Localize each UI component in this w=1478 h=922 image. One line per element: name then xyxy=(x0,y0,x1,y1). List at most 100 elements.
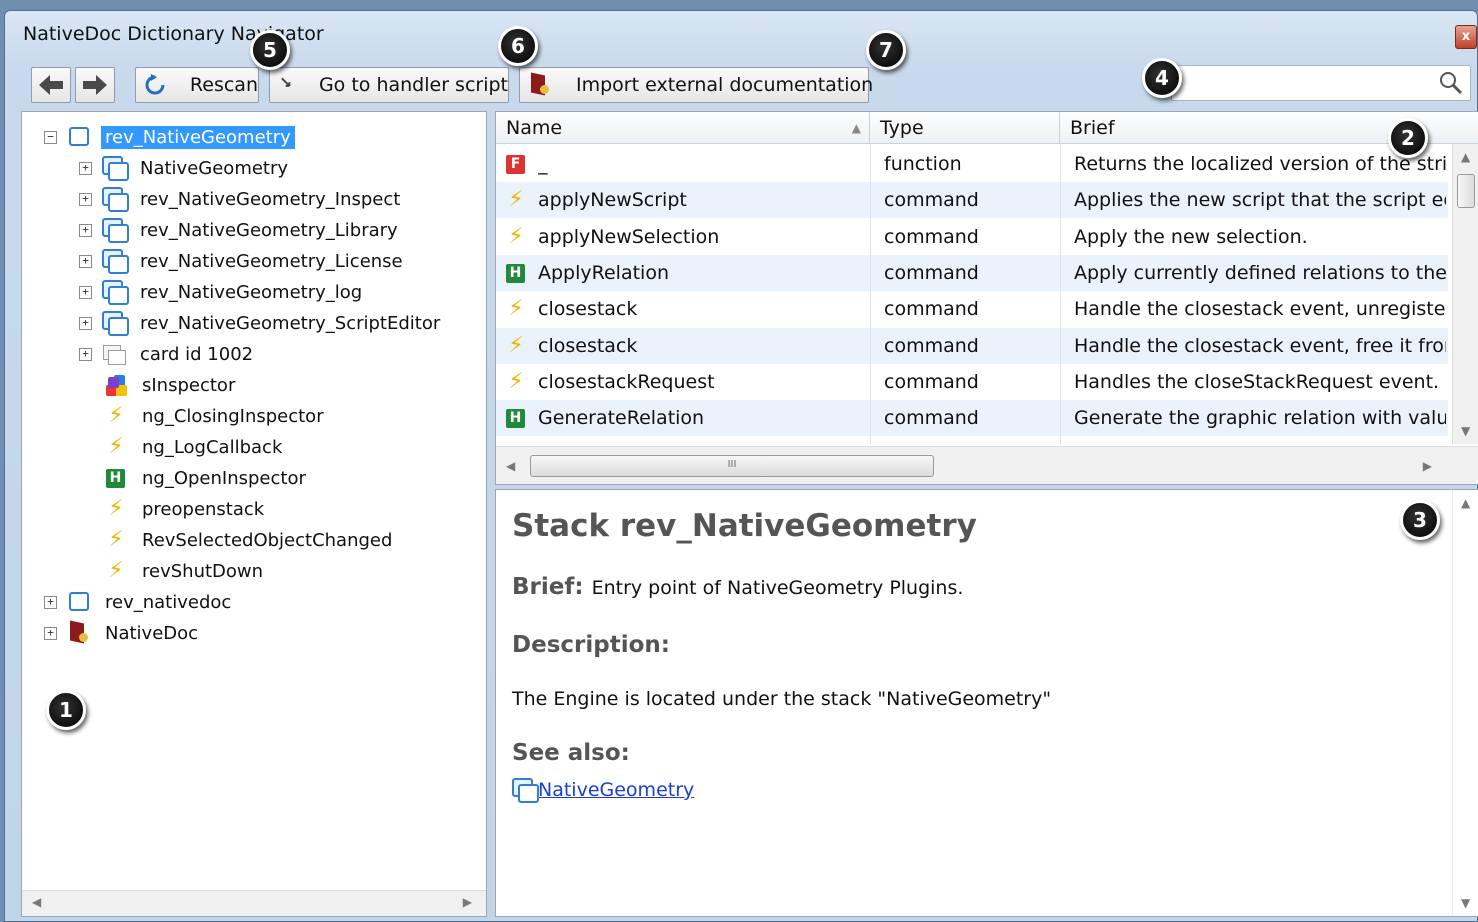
cell-brief: Handles the closeStackRequest event. If … xyxy=(1074,370,1446,393)
cell-brief: Returns the localized version of the str… xyxy=(1074,153,1446,175)
table-row[interactable]: H ApplyRelation command Apply currently def… xyxy=(496,254,1448,291)
doc-vertical-scrollbar[interactable]: ▲ ▼ xyxy=(1452,490,1478,916)
tree-item-label: NativeDoc xyxy=(105,622,199,644)
close-button[interactable]: x xyxy=(1455,25,1477,49)
import-label: Import external documentation xyxy=(576,74,874,96)
forward-button[interactable] xyxy=(75,67,115,103)
tree-expander-icon[interactable]: + xyxy=(44,626,57,640)
tree-expander-icon[interactable]: + xyxy=(79,285,92,299)
table-horizontal-scrollbar[interactable]: ◀ III ▶ xyxy=(496,446,1478,484)
refresh-icon xyxy=(145,74,165,95)
table-row[interactable]: ⚡ closestackRequest command Handles the clo… xyxy=(496,364,1448,400)
table-row[interactable]: H GenerateRelation command Generate the gra… xyxy=(496,400,1448,437)
tree-expander-icon[interactable]: + xyxy=(79,223,92,237)
table-row[interactable]: F _ function Returns the localized version … xyxy=(496,146,1448,182)
tree-item[interactable]: sInspector xyxy=(79,370,239,400)
tree-expander-icon[interactable]: + xyxy=(79,347,92,361)
tree-expander-icon[interactable]: + xyxy=(79,161,92,175)
cell-type: command xyxy=(884,298,979,321)
tree-item[interactable]: + rev_NativeGeometry_ScriptEditor xyxy=(79,308,444,338)
tree-horizontal-scrollbar[interactable]: ◀ ▶ xyxy=(22,890,486,916)
search-box[interactable] xyxy=(1171,65,1471,101)
tree-item[interactable]: ⚡ ng_ClosingInspector xyxy=(79,401,328,431)
see-also-item[interactable]: NativeGeometry xyxy=(512,778,694,803)
lightning-icon: ⚡ xyxy=(108,434,124,459)
tree-item-label: card id 1002 xyxy=(140,343,254,365)
tree-item[interactable]: + rev_NativeGeometry_License xyxy=(79,246,407,276)
scroll-right-icon[interactable]: ▶ xyxy=(1423,459,1432,473)
go-to-handler-script-button[interactable]: Go to handler script xyxy=(269,67,509,103)
scroll-left-icon[interactable]: ◀ xyxy=(32,895,41,909)
tree-item[interactable]: − rev_NativeGeometry xyxy=(44,122,295,152)
tree-item[interactable]: + card id 1002 xyxy=(79,339,257,369)
tree-item-label: rev_NativeGeometry_ScriptEditor xyxy=(140,312,441,334)
search-input[interactable] xyxy=(1178,70,1434,96)
cell-type: command xyxy=(884,370,979,393)
cell-brief: Applies the new script that the script e… xyxy=(1074,189,1446,212)
tree-item[interactable]: ⚡ ng_LogCallback xyxy=(79,432,286,462)
tree-item-label: ng_LogCallback xyxy=(142,436,283,458)
lightning-icon: ⚡ xyxy=(108,496,124,521)
cell-name: applyNewScript xyxy=(538,189,687,212)
cell-brief: Apply the new selection. xyxy=(1074,225,1308,248)
tree-item-label: rev_NativeGeometry xyxy=(101,125,295,149)
tree-item[interactable]: + rev_nativedoc xyxy=(44,587,235,617)
tree-item-label: rev_NativeGeometry_Inspect xyxy=(140,188,401,210)
tree-item-label: rev_NativeGeometry_log xyxy=(140,281,363,303)
doc-brief-text: Entry point of NativeGeometry Plugins. xyxy=(591,577,964,599)
tree-expander-icon[interactable]: + xyxy=(79,192,92,206)
cell-name: closestackRequest xyxy=(538,370,715,393)
tree-expander-icon[interactable]: − xyxy=(44,130,57,144)
back-button[interactable] xyxy=(31,67,71,103)
tree-expander-icon[interactable]: + xyxy=(79,316,92,330)
search-icon[interactable] xyxy=(1438,70,1464,96)
tree-item-label: ng_ClosingInspector xyxy=(142,405,324,427)
go-to-handler-label: Go to handler script xyxy=(318,74,508,96)
table-row[interactable]: ⚡ closestack command Handle the closestack … xyxy=(496,291,1448,327)
callout-badge: 5 xyxy=(250,30,290,70)
handler-h-icon: H xyxy=(504,261,528,285)
column-header-name[interactable]: Name ▲ xyxy=(496,112,870,144)
scroll-up-icon[interactable]: ▲ xyxy=(1461,496,1470,510)
tree-item[interactable]: ⚡ preopenstack xyxy=(79,494,268,524)
scroll-thumb[interactable] xyxy=(1457,174,1475,208)
callout-badge: 3 xyxy=(1400,500,1440,540)
sort-ascending-icon: ▲ xyxy=(851,121,861,135)
lightning-icon: ⚡ xyxy=(108,527,124,552)
tree-item-label: sInspector xyxy=(142,374,236,396)
tree-pane[interactable]: − rev_NativeGeometry + NativeGeometry + rev_N… xyxy=(21,111,487,917)
import-external-documentation-button[interactable]: Import external documentation xyxy=(519,67,873,103)
tree-item[interactable]: + rev_NativeGeometry_Inspect xyxy=(79,184,404,214)
title-bar[interactable]: NativeDoc Dictionary Navigator x xyxy=(5,11,1477,55)
table-row[interactable]: ⚡ closestack command Handle the closestack … xyxy=(496,327,1448,364)
lightning-icon: ⚡ xyxy=(108,558,124,583)
tree-item[interactable]: Hng_OpenInspector xyxy=(79,463,310,493)
tree-expander-icon[interactable]: + xyxy=(44,595,57,609)
tree-item[interactable]: ⚡ RevSelectedObjectChanged xyxy=(79,525,396,555)
lightning-icon: ⚡ xyxy=(108,403,124,428)
column-header-type[interactable]: Type xyxy=(870,112,1060,144)
scroll-down-icon[interactable]: ▼ xyxy=(1461,424,1470,438)
callout-badge: 6 xyxy=(498,26,538,66)
callout-badge: 4 xyxy=(1142,58,1182,98)
tree-item[interactable]: ⚡ revShutDown xyxy=(79,556,267,586)
tree-item[interactable]: + rev_NativeGeometry_Library xyxy=(79,215,402,245)
table-row[interactable]: ⚡ applyNewScript command Applies the new sc… xyxy=(496,182,1448,219)
handler-h-icon: H xyxy=(504,406,528,430)
scroll-right-icon[interactable]: ▶ xyxy=(463,895,472,909)
scroll-up-icon[interactable]: ▲ xyxy=(1461,150,1470,164)
see-also-link[interactable]: NativeGeometry xyxy=(538,779,694,801)
handlers-table[interactable]: Name ▲ Type Brief F _ function Returns the … xyxy=(495,111,1478,485)
table-row[interactable]: ⚡ applyNewSelection command Apply the new s… xyxy=(496,219,1448,255)
cell-type: command xyxy=(884,334,979,357)
tree-item[interactable]: + rev_NativeGeometry_log xyxy=(79,277,366,307)
horizontal-scroll-thumb[interactable]: III xyxy=(530,455,934,477)
table-vertical-scrollbar[interactable]: ▲ ▼ xyxy=(1452,144,1478,444)
scroll-left-icon[interactable]: ◀ xyxy=(506,459,515,473)
tree-item[interactable]: + NativeDoc xyxy=(44,618,202,648)
tree-expander-icon[interactable]: + xyxy=(79,254,92,268)
substack-icon xyxy=(102,249,129,274)
tree-item[interactable]: + NativeGeometry xyxy=(79,153,292,183)
rescan-button[interactable]: Rescan xyxy=(135,67,259,103)
scroll-down-icon[interactable]: ▼ xyxy=(1461,896,1470,910)
